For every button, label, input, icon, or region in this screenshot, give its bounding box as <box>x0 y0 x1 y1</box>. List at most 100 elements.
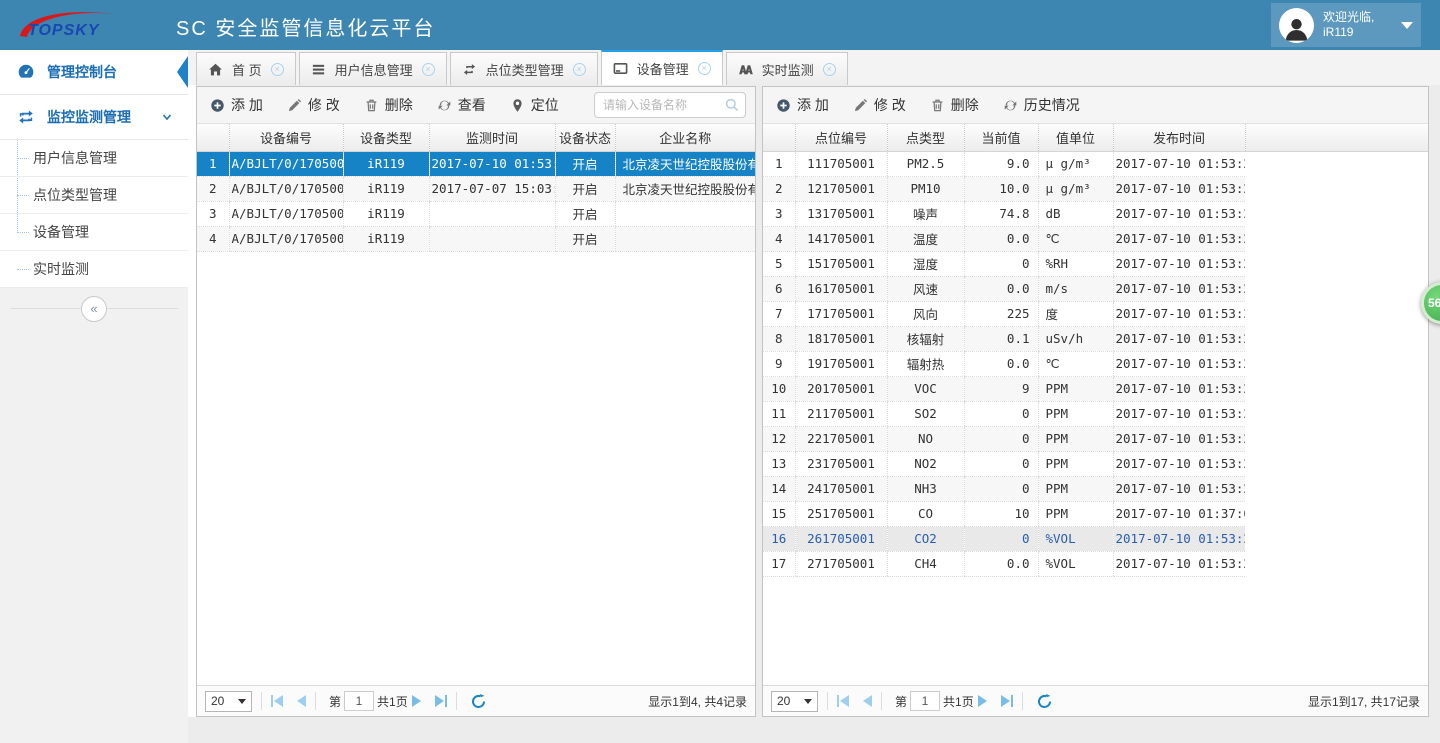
monitor-table-row[interactable]: 9 191705001 辐射热 0.0 ℃ 2017-07-10 01:53:2… <box>763 351 1428 376</box>
close-icon[interactable]: × <box>823 63 836 76</box>
col-point-type[interactable]: 点类型 <box>887 124 964 151</box>
device-icon <box>613 61 628 76</box>
page-number-input[interactable] <box>344 691 374 711</box>
cell-rownum: 14 <box>763 476 795 501</box>
reload-icon[interactable] <box>1036 693 1053 710</box>
monitor-table-row[interactable]: 8 181705001 核辐射 0.1 uSv/h 2017-07-10 01:… <box>763 326 1428 351</box>
cell-empty <box>1245 151 1428 176</box>
tab-home[interactable]: 首 页 × <box>196 52 296 85</box>
add-button[interactable]: 添 加 <box>776 95 829 115</box>
chevron-down-icon[interactable] <box>1401 22 1413 29</box>
first-page-button[interactable] <box>271 695 283 707</box>
cell-value-unit: ℃ <box>1038 351 1113 376</box>
sidebar-subitem-label: 用户信息管理 <box>33 148 117 168</box>
cell-publish-time: 2017-07-10 01:53:21 <box>1113 326 1245 351</box>
tab-device-management[interactable]: 设备管理 × <box>601 50 723 85</box>
username: iR119 <box>1323 25 1374 40</box>
device-table-row[interactable]: 2 A/BJLT/0/1705002 iR119 2017-07-07 15:0… <box>197 176 755 201</box>
monitor-table-row[interactable]: 2 121705001 PM10 10.0 μ g/m³ 2017-07-10 … <box>763 176 1428 201</box>
view-button[interactable]: 查看 <box>437 95 486 115</box>
last-page-button[interactable] <box>1001 695 1013 707</box>
page-number-input[interactable] <box>910 691 940 711</box>
device-table-row[interactable]: 1 A/BJLT/0/1705001 iR119 2017-07-10 01:5… <box>197 151 755 176</box>
col-point-code[interactable]: 点位编号 <box>795 124 887 151</box>
col-device-code[interactable]: 设备编号 <box>229 124 343 151</box>
cell-publish-time: 2017-07-10 01:53:21 <box>1113 476 1245 501</box>
cell-device-status: 开启 <box>555 226 615 251</box>
monitor-table-row[interactable]: 12 221705001 NO 0 PPM 2017-07-10 01:53:2… <box>763 426 1428 451</box>
cell-value-unit: m/s <box>1038 276 1113 301</box>
monitor-table-row[interactable]: 3 131705001 噪声 74.8 dB 2017-07-10 01:53:… <box>763 201 1428 226</box>
col-monitor-time[interactable]: 监测时间 <box>429 124 555 151</box>
page-size-select[interactable]: 20 <box>771 691 818 712</box>
monitor-table-row[interactable]: 4 141705001 温度 0.0 ℃ 2017-07-10 01:53:22 <box>763 226 1428 251</box>
edit-button[interactable]: 修 改 <box>853 95 906 115</box>
col-value-unit[interactable]: 值单位 <box>1038 124 1113 151</box>
sidebar-collapse-button[interactable]: « <box>81 296 107 322</box>
sidebar-item-monitoring-group[interactable]: 监控监测管理 <box>0 95 188 140</box>
col-company-name[interactable]: 企业名称 <box>615 124 755 151</box>
sidebar-content-gutter <box>188 85 196 717</box>
monitor-table-row[interactable]: 1 111705001 PM2.5 9.0 μ g/m³ 2017-07-10 … <box>763 151 1428 176</box>
record-summary: 显示1到4, 共4记录 <box>648 693 747 710</box>
tab-realtime-monitor[interactable]: 实时监测 × <box>726 52 848 85</box>
monitor-table-row[interactable]: 14 241705001 NH3 0 PPM 2017-07-10 01:53:… <box>763 476 1428 501</box>
next-page-button[interactable] <box>978 695 987 707</box>
monitor-table-row[interactable]: 5 151705001 湿度 0 %RH 2017-07-10 01:53:22 <box>763 251 1428 276</box>
delete-button[interactable]: 删除 <box>364 95 413 115</box>
welcome-text: 欢迎光临, iR119 <box>1323 10 1374 40</box>
tab-user-info[interactable]: 用户信息管理 × <box>299 52 447 85</box>
monitor-table-row[interactable]: 6 161705001 风速 0.0 m/s 2017-07-10 01:53:… <box>763 276 1428 301</box>
sidebar-collapse-bar: « <box>0 288 188 330</box>
sidebar-subitem[interactable]: 设备管理 <box>0 214 188 251</box>
prev-page-button[interactable] <box>863 695 872 707</box>
tab-point-type[interactable]: 点位类型管理 × <box>450 52 598 85</box>
monitor-table-row[interactable]: 15 251705001 CO 10 PPM 2017-07-10 01:37:… <box>763 501 1428 526</box>
col-current-value[interactable]: 当前值 <box>964 124 1038 151</box>
sidebar-subitem-label: 实时监测 <box>33 259 89 279</box>
col-device-status[interactable]: 设备状态 <box>555 124 615 151</box>
sidebar-subitem[interactable]: 点位类型管理 <box>0 177 188 214</box>
edit-button[interactable]: 修 改 <box>287 95 340 115</box>
cell-empty <box>1245 226 1428 251</box>
history-button[interactable]: 历史情况 <box>1003 95 1080 115</box>
page-size-select[interactable]: 20 <box>205 691 252 712</box>
cell-device-status: 开启 <box>555 176 615 201</box>
monitor-table-row[interactable]: 16 261705001 CO2 0 %VOL 2017-07-10 01:53… <box>763 526 1428 551</box>
monitor-table-row[interactable]: 11 211705001 SO2 0 PPM 2017-07-10 01:53:… <box>763 401 1428 426</box>
history-button-label: 历史情况 <box>1024 95 1080 115</box>
last-page-button[interactable] <box>435 695 447 707</box>
user-menu[interactable]: 欢迎光临, iR119 <box>1271 3 1421 47</box>
cell-point-type: 温度 <box>887 226 964 251</box>
monitor-table-row[interactable]: 7 171705001 风向 225 度 2017-07-10 01:53:21 <box>763 301 1428 326</box>
close-icon[interactable]: × <box>573 63 586 76</box>
monitor-table-row[interactable]: 17 271705001 CH4 0.0 %VOL 2017-07-10 01:… <box>763 551 1428 576</box>
next-page-button[interactable] <box>412 695 421 707</box>
cell-point-code: 271705001 <box>795 551 887 576</box>
locate-button[interactable]: 定位 <box>510 95 559 115</box>
col-device-type[interactable]: 设备类型 <box>343 124 429 151</box>
cell-point-type: 湿度 <box>887 251 964 276</box>
search-icon[interactable] <box>724 97 740 113</box>
cell-company-name: 北京凌天世纪控股股份有限公司 <box>615 151 755 176</box>
monitor-table-header: 点位编号 点类型 当前值 值单位 发布时间 <box>763 124 1428 151</box>
close-icon[interactable]: × <box>271 63 284 76</box>
col-publish-time[interactable]: 发布时间 <box>1113 124 1245 151</box>
prev-page-button[interactable] <box>297 695 306 707</box>
sidebar-subitem[interactable]: 实时监测 <box>0 251 188 288</box>
add-button[interactable]: 添 加 <box>210 95 263 115</box>
reload-icon[interactable] <box>470 693 487 710</box>
close-icon[interactable]: × <box>422 63 435 76</box>
tab-label: 首 页 <box>232 60 262 79</box>
device-table-row[interactable]: 4 A/BJLT/0/1705004 iR119 开启 <box>197 226 755 251</box>
sidebar-item-dashboard[interactable]: 管理控制台 <box>0 50 188 95</box>
close-icon[interactable]: × <box>698 62 711 75</box>
device-table-row[interactable]: 3 A/BJLT/0/1705003 iR119 开启 <box>197 201 755 226</box>
delete-button[interactable]: 删除 <box>930 95 979 115</box>
swap-icon <box>17 108 35 126</box>
sidebar-subitem[interactable]: 用户信息管理 <box>0 140 188 177</box>
active-section-marker <box>177 56 188 88</box>
monitor-table-row[interactable]: 13 231705001 NO2 0 PPM 2017-07-10 01:53:… <box>763 451 1428 476</box>
monitor-table-row[interactable]: 10 201705001 VOC 9 PPM 2017-07-10 01:53:… <box>763 376 1428 401</box>
first-page-button[interactable] <box>837 695 849 707</box>
